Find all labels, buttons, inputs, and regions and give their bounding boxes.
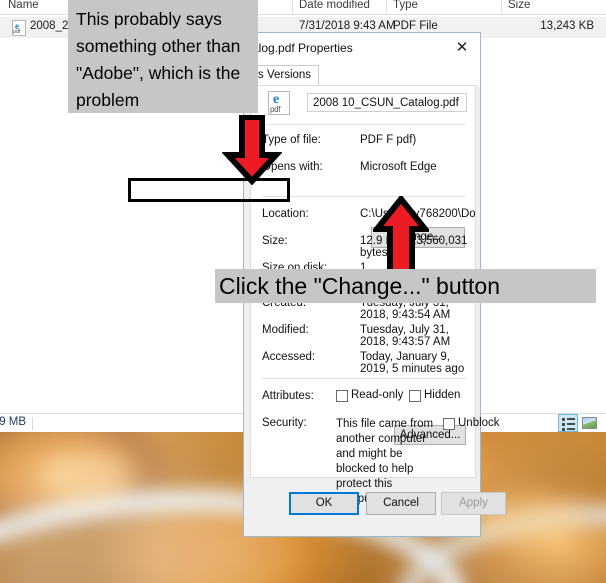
- accessed-value: Today, January 9, 2019, 5 minutes ago: [360, 351, 465, 375]
- dialog-tab-strip: s Versions: [244, 63, 480, 85]
- annotation-note-change-button: Click the "Change..." button: [215, 269, 596, 303]
- size-label: Size:: [262, 235, 288, 247]
- divider: [262, 378, 466, 379]
- column-header-size[interactable]: Size: [508, 0, 530, 11]
- pdf-edge-icon: e pdf: [268, 91, 290, 115]
- unblock-label: Unblock: [458, 417, 500, 429]
- red-up-arrow-icon: [373, 196, 429, 277]
- apply-button[interactable]: Apply: [441, 492, 506, 515]
- column-divider[interactable]: [292, 0, 293, 15]
- security-label: Security:: [262, 417, 307, 429]
- opens-with-value: Microsoft Edge: [360, 161, 437, 173]
- attributes-label: Attributes:: [262, 390, 314, 402]
- screenshot-root: Name Date modified Type Size e pdf 2008_2…: [0, 0, 606, 583]
- annotation-note-adobe: This probably says something other than …: [68, 0, 258, 113]
- file-name-field[interactable]: 2008 10_CSUN_Catalog.pdf: [307, 93, 467, 112]
- read-only-label: Read-only: [351, 389, 404, 401]
- cancel-button[interactable]: Cancel: [366, 492, 436, 515]
- modified-value: Tuesday, July 31, 2018, 9:43:57 AM: [360, 324, 451, 348]
- file-name-cell: 2008_2: [30, 20, 69, 32]
- accessed-label: Accessed:: [262, 351, 316, 363]
- large-icons-view-icon[interactable]: [580, 414, 600, 432]
- location-label: Location:: [262, 208, 309, 220]
- file-type-cell: PDF File: [393, 20, 438, 32]
- status-bar-text: .9 MB: [0, 416, 27, 428]
- hidden-label: Hidden: [424, 389, 461, 401]
- dialog-title-bar[interactable]: alog.pdf Properties ✕: [244, 33, 480, 63]
- pdf-edge-icon: e pdf: [12, 20, 26, 36]
- close-icon[interactable]: ✕: [444, 33, 480, 63]
- view-mode-buttons: [558, 414, 604, 432]
- column-header-name[interactable]: Name: [8, 0, 39, 11]
- column-header-date-modified[interactable]: Date modified: [299, 0, 370, 11]
- file-name-value: 2008 10_CSUN_Catalog.pdf: [313, 97, 459, 109]
- divider: [262, 124, 466, 125]
- red-down-arrow-icon: [222, 115, 282, 185]
- ok-button[interactable]: OK: [289, 492, 359, 515]
- column-divider[interactable]: [501, 0, 502, 15]
- divider: [262, 196, 466, 197]
- hidden-checkbox[interactable]: [409, 390, 421, 402]
- column-divider[interactable]: [386, 0, 387, 15]
- file-size-cell: 13,243 KB: [540, 20, 594, 32]
- thumbnail-glyph: [582, 417, 597, 429]
- dialog-title: alog.pdf Properties: [252, 41, 353, 55]
- details-view-icon[interactable]: [558, 414, 578, 432]
- status-divider: [32, 417, 33, 430]
- column-header-type[interactable]: Type: [393, 0, 418, 11]
- modified-label: Modified:: [262, 324, 309, 336]
- unblock-checkbox[interactable]: [443, 418, 455, 430]
- read-only-checkbox[interactable]: [336, 390, 348, 402]
- type-of-file-value: PDF F pdf): [360, 134, 417, 146]
- file-date-cell: 7/31/2018 9:43 AM: [299, 20, 396, 32]
- tab-previous-versions[interactable]: s Versions: [250, 65, 320, 85]
